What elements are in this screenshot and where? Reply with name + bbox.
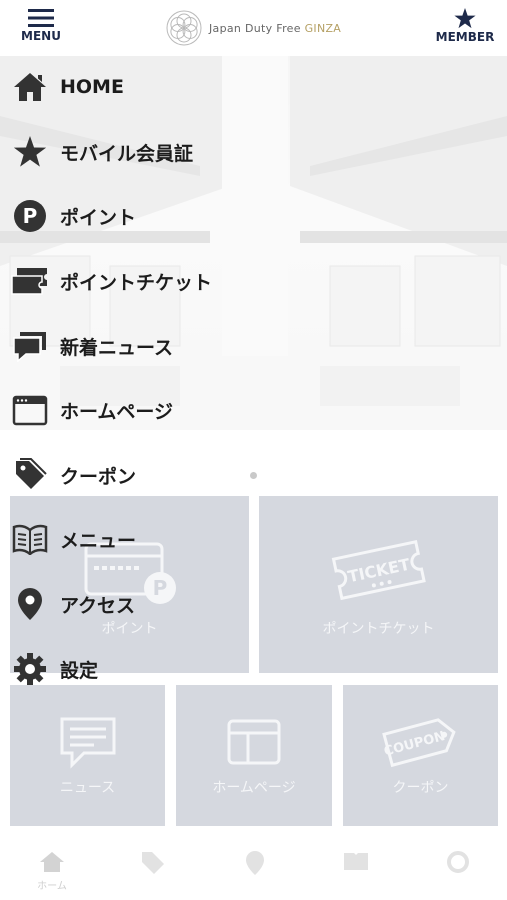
ticket-icon: TICKET [331,539,426,601]
home-icon [40,852,64,872]
menu-item-home-label: HOME [60,76,124,98]
location-pin-icon [18,588,42,620]
browser-icon [12,395,48,426]
bottom-nav-menu[interactable] [326,850,386,875]
menu-item-news[interactable]: 新着ニュース [10,323,173,369]
news-icon [60,717,115,769]
menu-item-point[interactable]: P ポイント [10,193,136,239]
logo-suffix: GINZA [304,21,342,35]
app-header: MENU Japan Duty Free GINZA MEMBER [0,0,507,56]
logo-prefix: Japan Duty Free [209,21,305,35]
menu-item-news-label: 新着ニュース [60,336,174,359]
tile-homepage[interactable]: ホームページ [176,685,332,826]
star-icon [454,8,476,29]
browser-icon [227,719,281,765]
menu-item-mobile-member-card-label: モバイル会員証 [60,142,194,165]
menu-label: MENU [21,29,61,43]
menu-item-homepage-label: ホームページ [60,400,174,423]
menu-item-menu[interactable]: メニュー [10,516,136,562]
tile-news-label: ニュース [59,780,116,796]
member-label: MEMBER [435,30,495,44]
member-button[interactable]: MEMBER [435,8,495,44]
menu-item-settings-label: 設定 [60,659,99,682]
tile-coupon-label: クーポン [392,780,449,796]
tile-homepage-label: ホームページ [212,780,296,796]
bottom-navigation: ホーム [0,842,507,900]
logo: Japan Duty Free GINZA [165,9,341,47]
menu-item-access-label: アクセス [60,594,136,617]
menu-item-access[interactable]: アクセス [10,581,135,627]
menu-item-point-label: ポイント [60,206,137,229]
bottom-nav-coupon[interactable] [123,850,183,877]
news-icon [13,332,46,362]
location-pin-icon [246,851,264,875]
menu-button[interactable]: MENU [18,8,64,43]
coupon-icon: COUPON [381,718,456,768]
store-banner-image [0,56,507,430]
menu-item-home[interactable]: HOME [10,64,124,110]
home-icon [14,73,46,101]
menu-item-menu-label: メニュー [60,529,137,552]
banner-overlay [0,56,507,430]
svg-text:P: P [152,576,167,600]
menu-item-homepage[interactable]: ホームページ [10,387,173,433]
ticket-icon [11,268,47,295]
star-icon [13,136,47,167]
bottom-nav-access[interactable] [225,850,285,879]
menu-item-coupon[interactable]: クーポン [10,452,136,498]
book-icon [344,853,368,870]
tile-point-ticket-label: ポイントチケット [322,621,435,637]
svg-text:P: P [23,204,38,228]
menu-item-settings[interactable]: 設定 [10,646,98,692]
tag-icon [142,852,164,874]
carousel-indicator[interactable] [250,472,257,479]
bottom-nav-home[interactable]: ホーム [22,850,82,892]
ticket-icon-text: TICKET [346,555,412,587]
bottom-nav-home-label: ホーム [37,881,67,892]
hamburger-icon [28,9,54,27]
menu-item-coupon-label: クーポン [60,465,137,488]
menu-item-mobile-member-card[interactable]: モバイル会員証 [10,129,193,175]
tag-icon [16,458,47,489]
bottom-nav-settings[interactable] [428,850,488,877]
tile-news[interactable]: ニュース [10,685,165,826]
gear-icon [14,653,46,685]
tile-coupon[interactable]: COUPON クーポン [343,685,498,826]
tile-point-ticket[interactable]: TICKET ポイントチケット [259,496,498,673]
flower-logo-icon [166,10,202,46]
logo-text: Japan Duty Free GINZA [209,22,341,35]
point-icon: P [14,200,46,232]
book-icon [12,524,48,555]
menu-item-point-ticket[interactable]: ポイントチケット [10,258,212,304]
menu-item-point-ticket-label: ポイントチケット [60,271,213,294]
gear-icon [447,851,469,873]
